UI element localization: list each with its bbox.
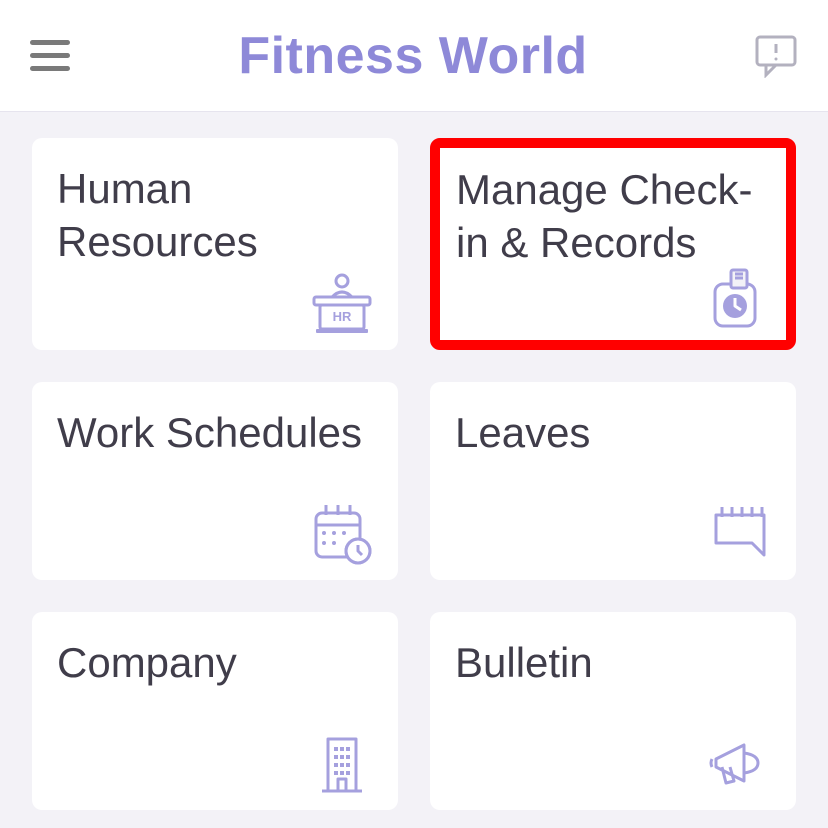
- header-bar: Fitness World: [0, 0, 828, 112]
- card-work-schedules[interactable]: Work Schedules: [32, 382, 398, 580]
- calendar-clock-icon: [307, 495, 377, 565]
- feedback-icon[interactable]: [754, 34, 798, 78]
- card-title: Work Schedules: [57, 407, 373, 460]
- megaphone-icon: [705, 725, 775, 795]
- card-company[interactable]: Company: [32, 612, 398, 810]
- card-title: Human Resources: [57, 163, 373, 268]
- hr-desk-icon: HR: [307, 265, 377, 335]
- app-title: Fitness World: [238, 26, 587, 86]
- checkin-clock-icon: [700, 260, 770, 330]
- notepad-icon: [705, 495, 775, 565]
- card-title: Company: [57, 637, 373, 690]
- card-title: Leaves: [455, 407, 771, 460]
- svg-text:HR: HR: [333, 309, 352, 324]
- building-icon: [307, 725, 377, 795]
- card-leaves[interactable]: Leaves: [430, 382, 796, 580]
- menu-icon[interactable]: [30, 35, 72, 77]
- card-checkin-records[interactable]: Manage Check-in & Records: [430, 138, 796, 350]
- card-title: Bulletin: [455, 637, 771, 690]
- card-bulletin[interactable]: Bulletin: [430, 612, 796, 810]
- card-human-resources[interactable]: Human Resources HR: [32, 138, 398, 350]
- card-grid: Human Resources HR Manage Check-in & Rec…: [0, 112, 828, 810]
- card-title: Manage Check-in & Records: [456, 164, 770, 269]
